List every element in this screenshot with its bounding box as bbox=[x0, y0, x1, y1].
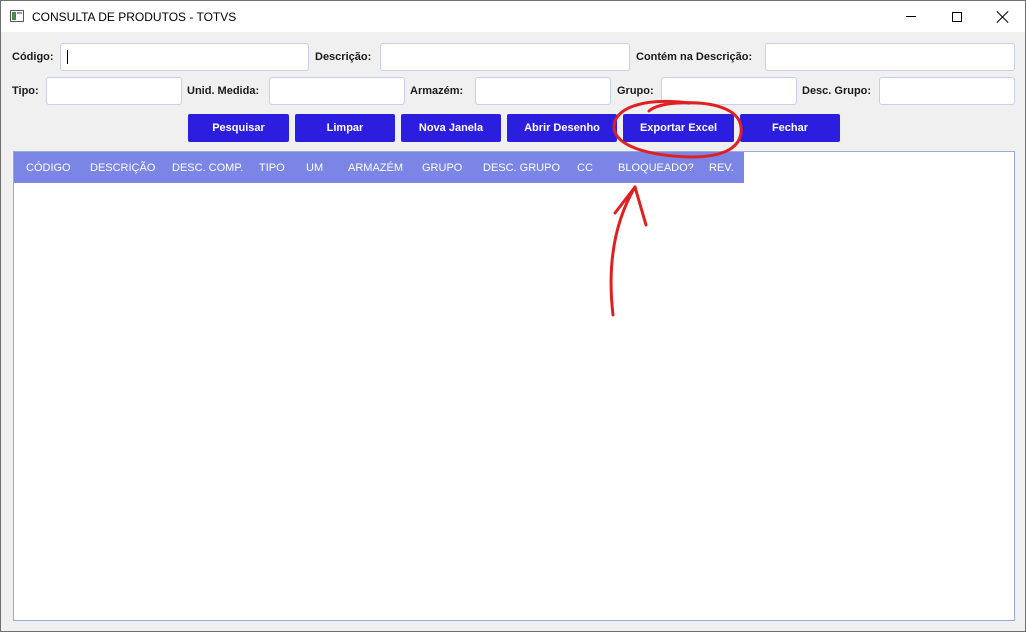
results-grid[interactable]: CÓDIGO DESCRIÇÃO DESC. COMP. TIPO UM ARM… bbox=[13, 151, 1015, 621]
close-icon bbox=[997, 11, 1009, 23]
tipo-label: Tipo: bbox=[12, 85, 39, 97]
exportar-excel-button[interactable]: Exportar Excel bbox=[623, 114, 734, 142]
column-header-desc-grupo[interactable]: DESC. GRUPO bbox=[483, 162, 560, 174]
column-header-tipo[interactable]: TIPO bbox=[259, 162, 285, 174]
title-bar[interactable]: CONSULTA DE PRODUTOS - TOTVS bbox=[1, 1, 1025, 32]
column-header-armazem[interactable]: ARMAZÉM bbox=[348, 162, 403, 174]
column-header-codigo[interactable]: CÓDIGO bbox=[26, 162, 71, 174]
close-button[interactable] bbox=[980, 1, 1026, 32]
desc-grupo-label: Desc. Grupo: bbox=[802, 85, 872, 97]
armazem-label: Armazém: bbox=[410, 85, 464, 97]
maximize-button[interactable] bbox=[934, 1, 980, 32]
minimize-icon bbox=[906, 16, 916, 17]
abrir-desenho-button[interactable]: Abrir Desenho bbox=[507, 114, 617, 142]
column-header-desc-comp[interactable]: DESC. COMP. bbox=[172, 162, 243, 174]
minimize-button[interactable] bbox=[888, 1, 934, 32]
descricao-input[interactable] bbox=[380, 43, 630, 71]
window-title: CONSULTA DE PRODUTOS - TOTVS bbox=[32, 10, 237, 24]
limpar-button[interactable]: Limpar bbox=[295, 114, 395, 142]
grid-header: CÓDIGO DESCRIÇÃO DESC. COMP. TIPO UM ARM… bbox=[14, 152, 744, 183]
desc-grupo-input[interactable] bbox=[879, 77, 1015, 105]
column-header-grupo[interactable]: GRUPO bbox=[422, 162, 462, 174]
contem-descricao-label: Contém na Descrição: bbox=[636, 51, 753, 63]
armazem-input[interactable] bbox=[475, 77, 611, 105]
app-window: CONSULTA DE PRODUTOS - TOTVS Código: Des… bbox=[0, 0, 1026, 632]
tipo-input[interactable] bbox=[46, 77, 182, 105]
column-header-rev[interactable]: REV. bbox=[709, 162, 734, 174]
grupo-input[interactable] bbox=[661, 77, 797, 105]
nova-janela-button[interactable]: Nova Janela bbox=[401, 114, 501, 142]
codigo-input[interactable] bbox=[60, 43, 309, 71]
pesquisar-button[interactable]: Pesquisar bbox=[188, 114, 289, 142]
codigo-label: Código: bbox=[12, 51, 54, 63]
column-header-bloqueado[interactable]: BLOQUEADO? bbox=[618, 162, 694, 174]
column-header-um[interactable]: UM bbox=[306, 162, 323, 174]
column-header-descricao[interactable]: DESCRIÇÃO bbox=[90, 162, 155, 174]
unid-medida-label: Unid. Medida: bbox=[187, 85, 260, 97]
fechar-button[interactable]: Fechar bbox=[740, 114, 840, 142]
text-caret bbox=[67, 50, 68, 64]
column-header-cc[interactable]: CC bbox=[577, 162, 593, 174]
contem-descricao-input[interactable] bbox=[765, 43, 1015, 71]
app-icon bbox=[10, 10, 24, 22]
unid-medida-input[interactable] bbox=[269, 77, 405, 105]
descricao-label: Descrição: bbox=[315, 51, 372, 63]
maximize-icon bbox=[952, 11, 962, 22]
grupo-label: Grupo: bbox=[617, 85, 654, 97]
